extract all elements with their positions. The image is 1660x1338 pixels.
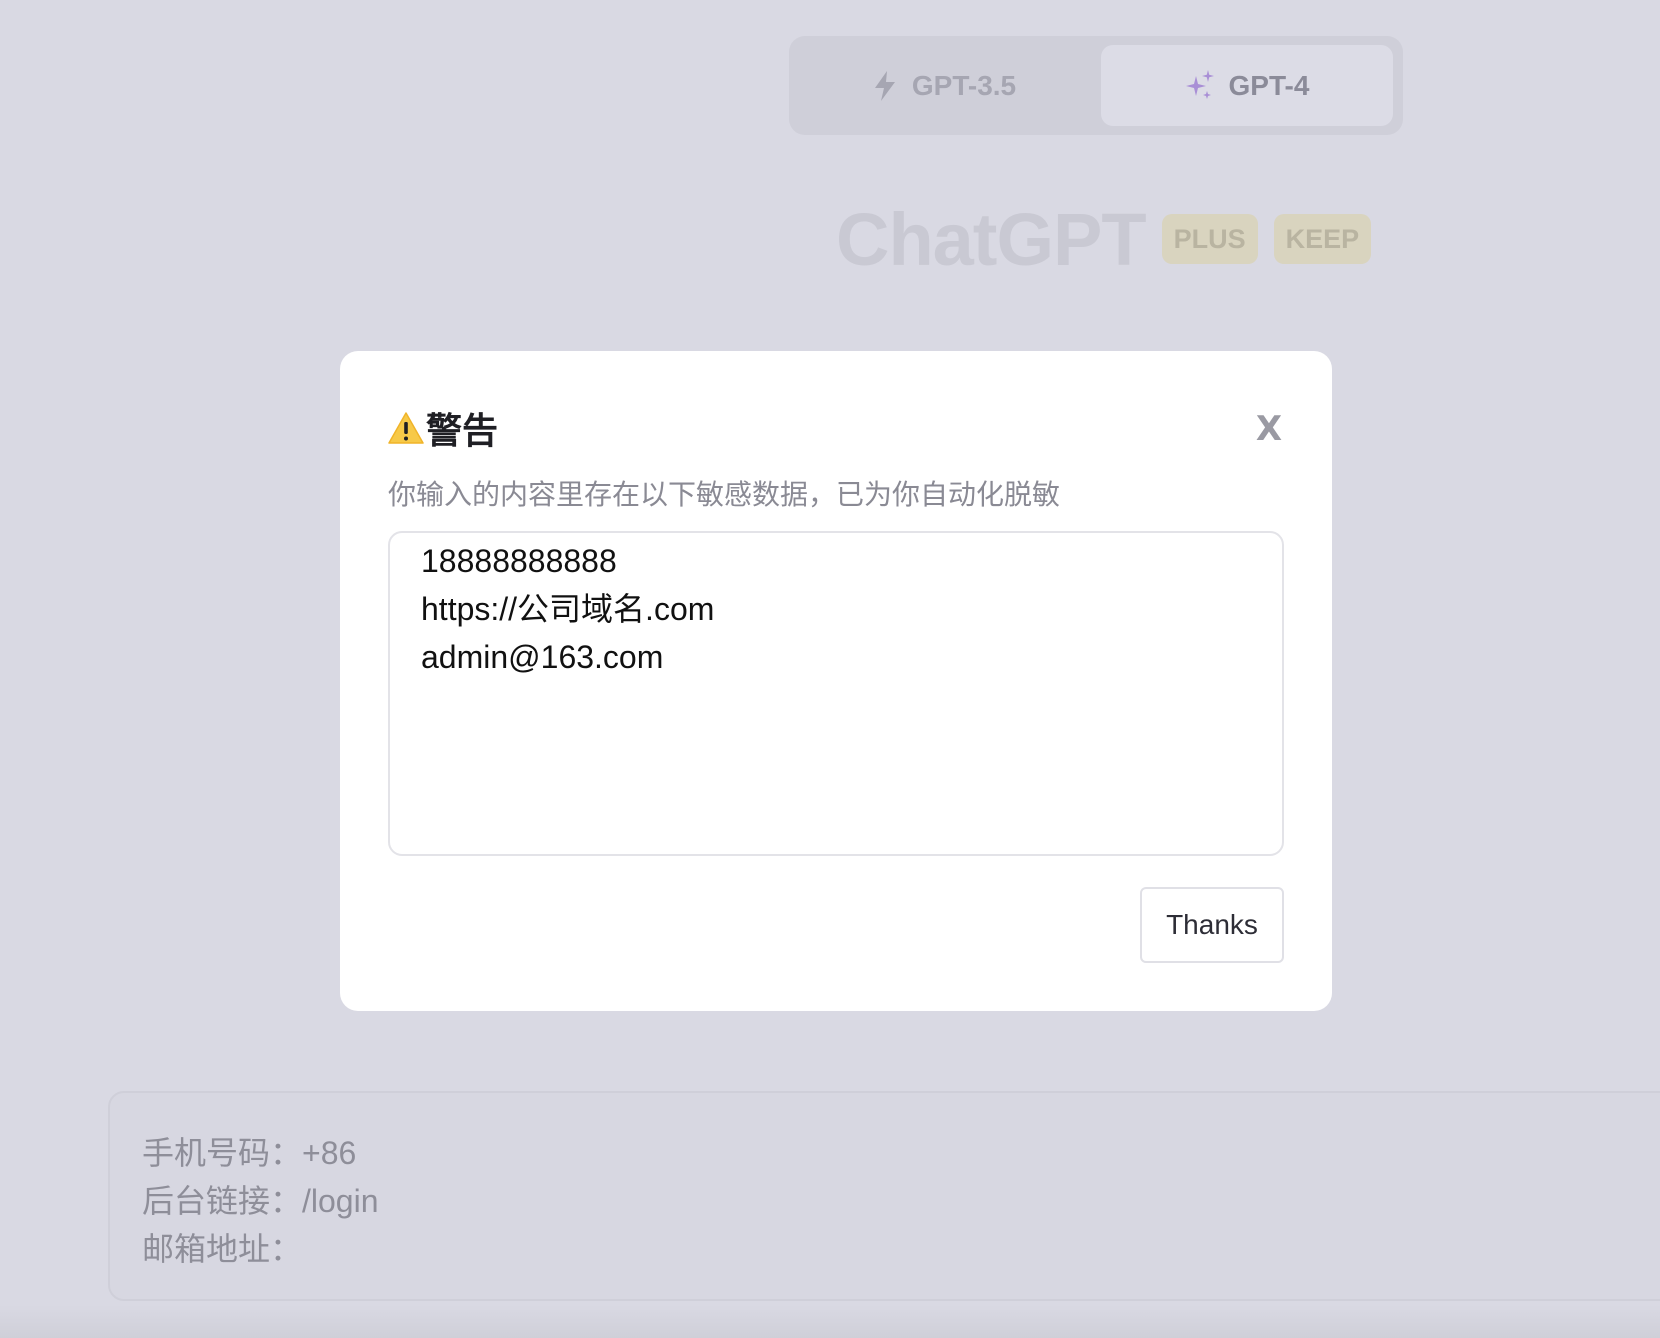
warning-icon — [388, 412, 424, 444]
plus-badge: PLUS — [1161, 214, 1258, 264]
tab-label: GPT-3.5 — [911, 69, 1017, 101]
sensitive-data-warning-dialog: 警告 X 你输入的内容里存在以下敏感数据，已为你自动化脱敏 1888888888… — [340, 351, 1332, 1011]
page-bottom-edge — [0, 1305, 1660, 1338]
input-line-admin-link: 后台链接：/login — [142, 1183, 379, 1219]
sparkles-icon — [1185, 69, 1215, 102]
close-button[interactable]: X — [1254, 409, 1284, 449]
model-switcher: GPT-3.5 GPT-4 — [789, 36, 1403, 135]
sensitive-item-url: https://公司域名.com — [421, 591, 715, 627]
dialog-title: 警告 — [388, 403, 498, 453]
chat-input[interactable]: 手机号码：+86 后台链接：/login 邮箱地址： — [108, 1091, 1660, 1301]
brand-header: ChatGPT PLUS KEEP — [836, 196, 1372, 282]
thanks-button[interactable]: Thanks — [1140, 887, 1284, 963]
sensitive-item-email: admin@163.com — [421, 639, 664, 675]
keep-badge: KEEP — [1273, 214, 1372, 264]
tab-label: GPT-4 — [1228, 69, 1310, 101]
sensitive-data-textarea[interactable]: 18888888888 https://公司域名.com admin@163.c… — [388, 531, 1284, 856]
tab-gpt-3-5[interactable]: GPT-3.5 — [798, 45, 1090, 126]
dialog-description: 你输入的内容里存在以下敏感数据，已为你自动化脱敏 — [388, 479, 1061, 510]
dialog-title-text: 警告 — [426, 410, 499, 451]
brand-title: ChatGPT — [836, 197, 1147, 281]
tab-gpt-4[interactable]: GPT-4 — [1101, 45, 1393, 126]
lightning-bolt-icon — [872, 70, 898, 102]
sensitive-item-phone: 18888888888 — [421, 543, 617, 579]
input-line-phone: 手机号码：+86 — [142, 1135, 357, 1171]
input-line-email: 邮箱地址： — [142, 1231, 303, 1267]
